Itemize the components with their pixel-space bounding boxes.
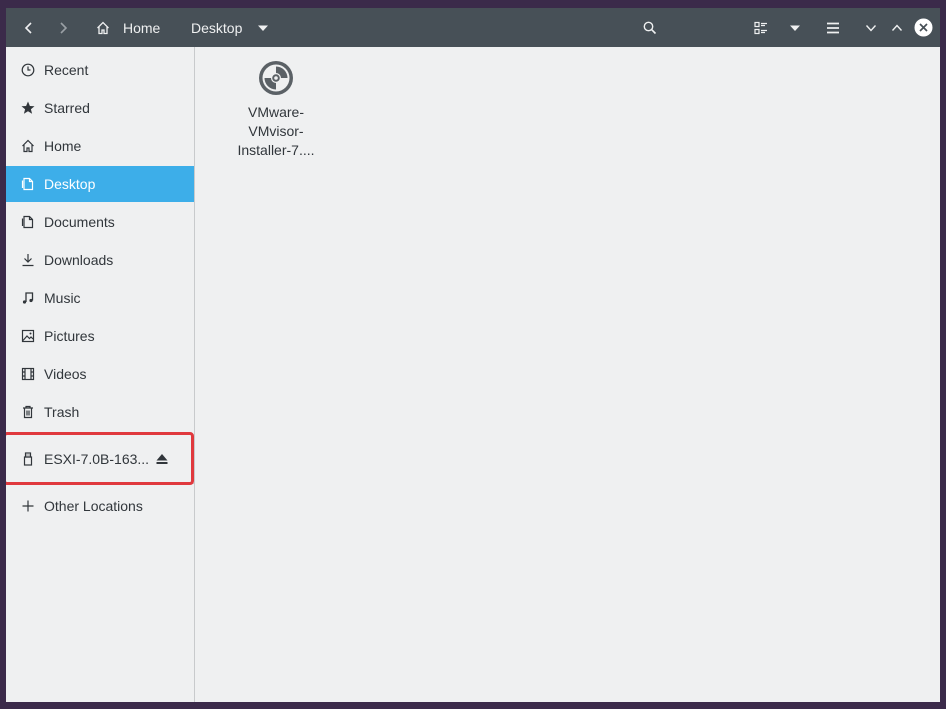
chevron-down-icon (865, 24, 877, 32)
sidebar-item-label: Documents (44, 214, 115, 230)
view-options-button[interactable] (786, 8, 804, 47)
sidebar-item-other-locations[interactable]: Other Locations (6, 488, 194, 524)
sidebar-divider (6, 483, 194, 484)
sidebar-item-label: Trash (44, 404, 80, 420)
file-name-line: VMware- (247, 104, 304, 120)
minimize-button[interactable] (861, 8, 881, 47)
home-icon (97, 21, 109, 34)
header-bar: Home Desktop (6, 8, 940, 47)
desktop-icon (21, 177, 34, 191)
clock-icon (21, 63, 35, 77)
file-manager-window: Home Desktop Recent Starred Home Desktop… (6, 8, 940, 702)
sidebar-item-videos[interactable]: Videos (6, 356, 194, 392)
plus-icon (22, 500, 34, 512)
home-crumb-icon-wrap[interactable] (92, 8, 114, 47)
star-icon (21, 101, 35, 114)
search-icon (643, 21, 657, 34)
main-menu-button[interactable] (822, 8, 844, 47)
forward-button[interactable] (50, 8, 76, 47)
sidebar-item-label: Videos (44, 366, 87, 382)
documents-icon (21, 215, 34, 229)
chevron-up-icon (891, 23, 903, 31)
close-button[interactable] (912, 8, 934, 47)
usb-drive-icon (23, 452, 33, 466)
sidebar-item-pictures[interactable]: Pictures (6, 318, 194, 354)
sidebar-item-label: Recent (44, 62, 89, 78)
path-menu-button[interactable] (254, 8, 272, 47)
music-icon (22, 292, 34, 304)
sidebar-item-label: Desktop (44, 176, 96, 192)
file-name-line: VMvisor- (248, 123, 304, 139)
home-icon (22, 139, 34, 153)
file-view: VMware- VMvisor- Installer-7.... (195, 47, 940, 702)
sidebar-item-recent[interactable]: Recent (6, 52, 194, 88)
eject-button[interactable] (154, 451, 170, 467)
chevron-left-icon (24, 21, 32, 34)
list-view-icon (754, 21, 767, 34)
sidebar-item-downloads[interactable]: Downloads (6, 242, 194, 278)
view-toggle-button[interactable] (750, 8, 772, 47)
sidebar-item-music[interactable]: Music (6, 280, 194, 316)
eject-icon (156, 454, 168, 464)
sidebar-item-label: Home (44, 138, 82, 154)
disc-image-icon (257, 59, 295, 97)
sidebar: Recent Starred Home Desktop Documents Do… (6, 47, 195, 702)
sidebar-item-label: Other Locations (44, 498, 143, 514)
sidebar-item-label: Downloads (44, 252, 114, 268)
sidebar-item-starred[interactable]: Starred (6, 90, 194, 126)
hamburger-menu-icon (827, 22, 839, 33)
chevron-right-icon (60, 21, 68, 34)
file-name-line: Installer-7.... (237, 142, 315, 158)
sidebar-item-trash[interactable]: Trash (6, 394, 194, 430)
trash-icon (23, 405, 33, 419)
sidebar-item-desktop[interactable]: Desktop (6, 166, 194, 202)
sidebar-item-label: ESXI-7.0B-163... (44, 451, 150, 467)
close-icon (914, 18, 932, 37)
sidebar-item-documents[interactable]: Documents (6, 204, 194, 240)
caret-down-icon (258, 25, 268, 31)
sidebar-item-label: Music (44, 290, 81, 306)
breadcrumb-home[interactable]: Home (123, 8, 160, 47)
breadcrumb-desktop[interactable]: Desktop (191, 8, 242, 47)
search-button[interactable] (640, 8, 660, 47)
downloads-icon (22, 254, 34, 267)
pictures-icon (21, 329, 35, 343)
caret-down-icon (790, 25, 800, 31)
sidebar-item-label: Starred (44, 100, 90, 116)
maximize-button[interactable] (887, 8, 907, 47)
sidebar-item-device[interactable]: ESXI-7.0B-163... (6, 441, 194, 477)
file-item[interactable]: VMware- VMvisor- Installer-7.... (225, 59, 327, 160)
sidebar-item-home[interactable]: Home (6, 128, 194, 164)
sidebar-item-label: Pictures (44, 328, 95, 344)
videos-icon (21, 367, 35, 381)
back-button[interactable] (16, 8, 42, 47)
file-name: VMware- VMvisor- Installer-7.... (225, 103, 327, 160)
